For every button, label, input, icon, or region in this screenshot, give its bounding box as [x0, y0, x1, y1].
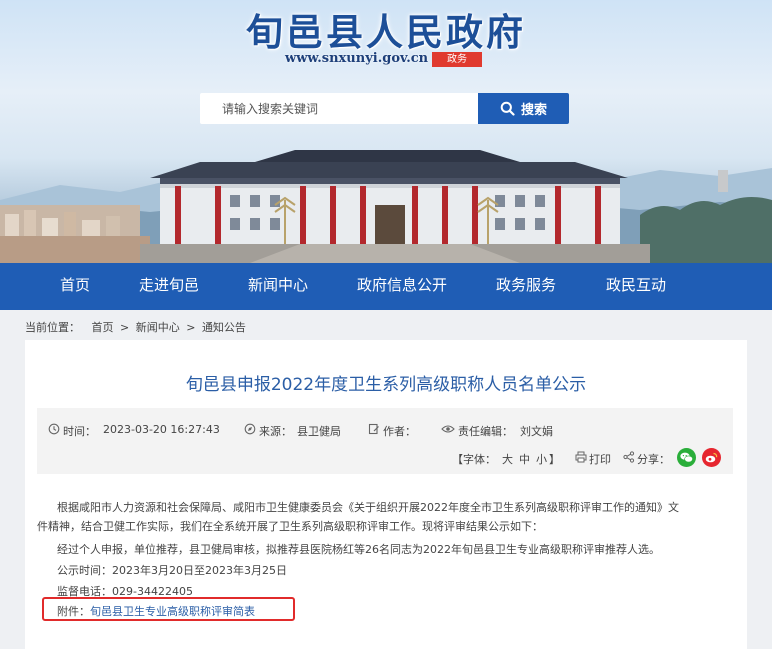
- attachment-row: 附件：旬邑县卫生专业高级职称评审简表: [57, 603, 255, 619]
- weibo-icon: [705, 452, 718, 463]
- main-nav: 首页 走进旬邑 新闻中心 政府信息公开 政务服务 政民互动: [0, 263, 772, 310]
- attachment-label: 附件：: [57, 605, 90, 618]
- site-url: www.snxunyi.gov.cn: [285, 51, 429, 66]
- font-size-small[interactable]: 小: [536, 451, 547, 467]
- attachment-link[interactable]: 旬邑县卫生专业高级职称评审简表: [90, 605, 255, 618]
- eye-icon: [441, 425, 455, 433]
- publish-time: 2023-03-20 16:27:43: [103, 423, 220, 436]
- breadcrumb: 当前位置： 首页 > 新闻中心 > 通知公告: [25, 319, 246, 335]
- author-label: 作者：: [383, 425, 416, 438]
- weibo-share-button[interactable]: [702, 448, 721, 467]
- compass-icon: [244, 423, 256, 435]
- nav-item-about[interactable]: 走进旬邑: [139, 263, 199, 310]
- source-label: 来源：: [259, 425, 292, 438]
- edit-icon: [368, 423, 379, 435]
- site-title: 旬邑县人民政府: [246, 10, 526, 54]
- nav-item-services[interactable]: 政务服务: [496, 263, 556, 310]
- share-label: 分享：: [637, 453, 670, 466]
- article-meta: [37, 408, 733, 474]
- clock-icon: [48, 423, 60, 435]
- wechat-icon: [680, 452, 693, 463]
- editor-label: 责任编辑：: [458, 425, 513, 438]
- printer-icon[interactable]: [575, 451, 587, 463]
- source-value: 县卫健局: [297, 425, 341, 438]
- nav-item-gov-info[interactable]: 政府信息公开: [357, 263, 447, 310]
- search-button[interactable]: 搜索: [478, 93, 569, 124]
- breadcrumb-notices[interactable]: 通知公告: [202, 321, 246, 334]
- breadcrumb-news[interactable]: 新闻中心: [136, 321, 180, 334]
- header-banner: 旬邑县人民政府 www.snxunyi.gov.cn 政务 搜索: [0, 0, 772, 263]
- font-size-large[interactable]: 大: [502, 451, 513, 467]
- search-button-label: 搜索: [520, 103, 547, 118]
- article-paragraph: 经过个人申报，单位推荐，县卫健局审核，拟推荐县医院杨红等26名同志为2022年旬…: [57, 543, 660, 556]
- nav-item-news[interactable]: 新闻中心: [248, 263, 308, 310]
- font-size-close: 】: [549, 453, 560, 466]
- font-size-medium[interactable]: 中: [519, 451, 530, 467]
- breadcrumb-sep: >: [186, 321, 196, 334]
- breadcrumb-prefix: 当前位置：: [25, 321, 80, 334]
- article-title: 旬邑县申报2022年度卫生系列高级职称人员名单公示: [185, 375, 587, 395]
- site-badge: 政务: [432, 52, 482, 67]
- article-paragraph: 公示时间：2023年3月20日至2023年3月25日: [57, 564, 287, 577]
- nav-item-home[interactable]: 首页: [60, 263, 90, 310]
- article-paragraph: 根据咸阳市人力资源和社会保障局、咸阳市卫生健康委员会《关于组织开展2022年度全…: [57, 501, 679, 514]
- share-icon: [623, 451, 635, 463]
- breadcrumb-sep: >: [120, 321, 130, 334]
- search-icon: [500, 101, 515, 116]
- time-label: 时间：: [63, 425, 96, 438]
- breadcrumb-home[interactable]: 首页: [92, 321, 114, 334]
- print-button[interactable]: 打印: [589, 451, 611, 467]
- nav-item-interaction[interactable]: 政民互动: [606, 263, 666, 310]
- wechat-share-button[interactable]: [677, 448, 696, 467]
- editor-value: 刘文娟: [520, 425, 553, 438]
- article-paragraph: 件精神，结合卫健工作实际，我们在全系统开展了卫生系列高级职称评审工作。现将评审结…: [37, 520, 543, 533]
- font-size-label: 【字体：: [452, 453, 496, 466]
- search-input[interactable]: [200, 93, 478, 124]
